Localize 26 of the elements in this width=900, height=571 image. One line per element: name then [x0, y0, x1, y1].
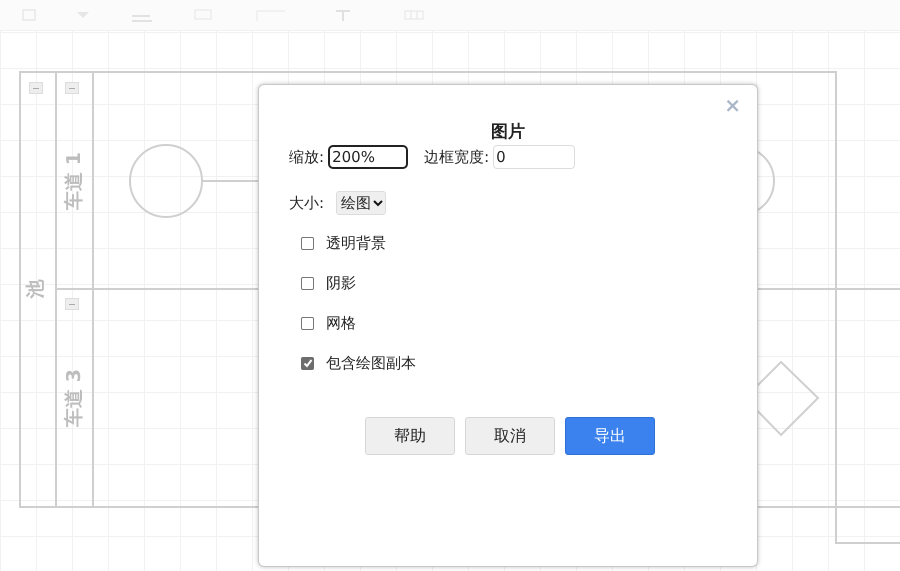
option-label: 包含绘图副本: [326, 354, 416, 372]
dialog-title: 图片: [490, 121, 526, 143]
option-label: 透明背景: [326, 234, 386, 252]
collapse-icon[interactable]: [65, 82, 79, 94]
pool-label: 池: [24, 280, 48, 298]
lane-label: 车道 1: [62, 152, 86, 210]
dialog-button[interactable]: 帮助: [365, 417, 455, 455]
option-label: 网格: [326, 314, 356, 332]
lane-label: 车道 3: [62, 369, 86, 427]
option-label: 阴影: [326, 274, 356, 292]
shape-icon[interactable]: [22, 9, 36, 21]
field-label: 大小:: [289, 194, 324, 212]
scale-input[interactable]: 200%: [328, 145, 408, 169]
field-label: 边框宽度:: [424, 148, 490, 166]
dialog-button[interactable]: 取消: [465, 417, 555, 455]
checkbox[interactable]: [301, 276, 314, 290]
size-dropdown[interactable]: 绘图: [336, 191, 386, 215]
field-label: 缩放:: [289, 148, 324, 166]
border-width-input[interactable]: 0: [493, 145, 576, 169]
collapse-icon[interactable]: [65, 298, 79, 310]
chevron-icon: [373, 199, 384, 207]
checkbox[interactable]: [301, 316, 314, 330]
export-button[interactable]: 导出: [565, 417, 655, 455]
checkbox[interactable]: [301, 236, 314, 250]
collapse-icon[interactable]: [29, 82, 43, 94]
checkbox[interactable]: [301, 356, 314, 370]
